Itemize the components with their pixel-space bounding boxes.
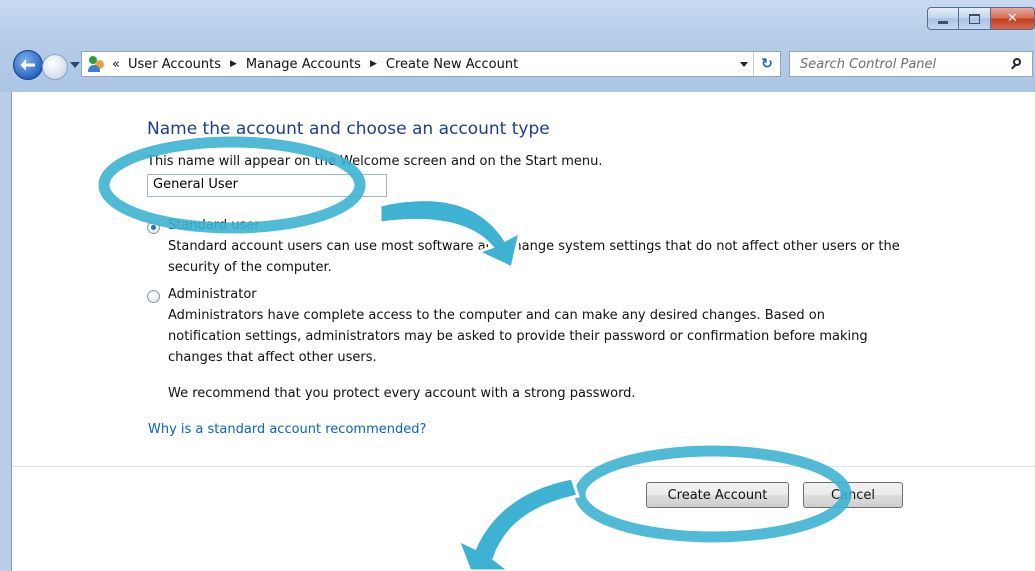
- search-input[interactable]: Search Control Panel: [800, 57, 1011, 72]
- search-box[interactable]: Search Control Panel: [789, 51, 1033, 77]
- footer-divider: [12, 466, 1035, 467]
- standard-account-help-link[interactable]: Why is a standard account recommended?: [148, 422, 426, 437]
- window-controls: ✕: [927, 7, 1035, 30]
- breadcrumb-user-accounts[interactable]: User Accounts: [128, 57, 221, 72]
- refresh-icon[interactable]: ↻: [753, 52, 780, 76]
- page-title: Name the account and choose an account t…: [147, 119, 550, 139]
- back-button[interactable]: [13, 50, 43, 80]
- breadcrumb-separator-icon[interactable]: ▶: [230, 59, 237, 69]
- window-frame-left: [0, 92, 12, 571]
- back-arrow-icon: [20, 59, 35, 71]
- address-dropdown-icon[interactable]: [740, 62, 748, 67]
- administrator-label[interactable]: Administrator: [168, 284, 257, 305]
- breadcrumb: « User Accounts ▶ Manage Accounts ▶ Crea…: [112, 57, 518, 72]
- administrator-description: Administrators have complete access to t…: [168, 308, 868, 365]
- breadcrumb-overflow[interactable]: «: [112, 57, 120, 72]
- control-panel-window: ✕ « User Accounts ▶ Manage Accounts ▶ Cr…: [0, 0, 1035, 571]
- close-icon: ✕: [1007, 11, 1018, 26]
- administrator-radio[interactable]: [147, 290, 160, 303]
- minimize-icon: [938, 20, 948, 24]
- password-recommendation: We recommend that you protect every acco…: [168, 386, 636, 401]
- maximize-icon: [969, 13, 980, 24]
- maximize-button[interactable]: [959, 7, 991, 30]
- user-accounts-icon: [88, 55, 106, 73]
- name-description: This name will appear on the Welcome scr…: [147, 154, 603, 169]
- minimize-button[interactable]: [927, 7, 959, 30]
- breadcrumb-create-new-account[interactable]: Create New Account: [386, 57, 518, 72]
- search-icon[interactable]: [1011, 58, 1023, 70]
- standard-user-radio[interactable]: [147, 221, 160, 234]
- close-button[interactable]: ✕: [991, 7, 1035, 30]
- account-name-input[interactable]: General User: [147, 174, 387, 197]
- breadcrumb-separator-icon[interactable]: ▶: [370, 59, 377, 69]
- title-bar: [0, 0, 1035, 92]
- standard-user-label[interactable]: Standard user: [168, 215, 260, 236]
- create-account-button[interactable]: Create Account: [646, 482, 789, 508]
- address-bar[interactable]: « User Accounts ▶ Manage Accounts ▶ Crea…: [81, 51, 781, 77]
- cancel-button[interactable]: Cancel: [803, 482, 903, 508]
- standard-user-description: Standard account users can use most soft…: [168, 239, 900, 275]
- recent-pages-dropdown[interactable]: [70, 62, 80, 68]
- forward-button[interactable]: [42, 54, 68, 80]
- breadcrumb-manage-accounts[interactable]: Manage Accounts: [246, 57, 361, 72]
